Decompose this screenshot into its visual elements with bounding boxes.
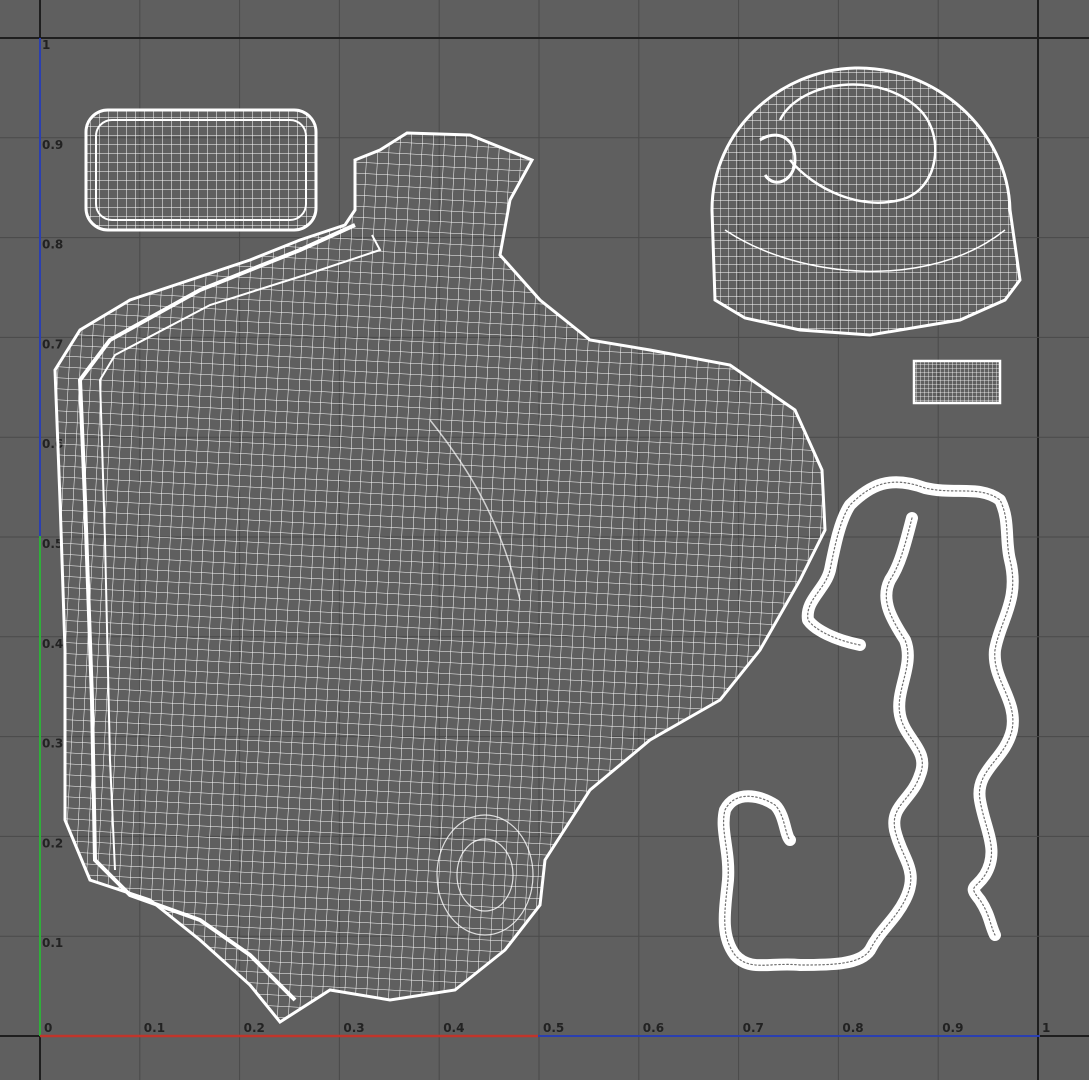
u-tick-label: 0.6 — [643, 1021, 664, 1035]
v-tick-label: 0.8 — [42, 238, 63, 252]
u-tick-label: 0.1 — [144, 1021, 165, 1035]
body-uv-shell[interactable] — [53, 131, 827, 1024]
v-tick-label: 0.1 — [42, 936, 63, 950]
u-tick-label: 0.5 — [543, 1021, 564, 1035]
u-tick-label: 0 — [44, 1021, 52, 1035]
v-tick-label: 1 — [42, 38, 50, 52]
uv-editor-viewport[interactable]: 0 0.1 0.2 0.3 0.4 0.5 0.6 0.7 0.8 0.9 1 0.1 0.2 0.3 0.… — [0, 0, 1089, 1080]
v-tick-label: 0.3 — [42, 737, 63, 751]
u-tick-label: 0.2 — [244, 1021, 265, 1035]
v-tick-label: 0.2 — [42, 836, 63, 850]
u-tick-label: 0.8 — [842, 1021, 863, 1035]
rounded-rect-uv-shell[interactable] — [84, 108, 318, 232]
strip-uv-shell[interactable] — [912, 359, 1002, 405]
u-tick-label: 0.9 — [942, 1021, 963, 1035]
v-tick-label: 0.4 — [42, 637, 63, 651]
uv-canvas[interactable]: 0 0.1 0.2 0.3 0.4 0.5 0.6 0.7 0.8 0.9 1 0.1 0.2 0.3 0.… — [0, 0, 1089, 1080]
u-tick-label: 0.3 — [343, 1021, 364, 1035]
v-tick-label: 0.9 — [42, 138, 63, 152]
u-tick-label: 0.7 — [743, 1021, 764, 1035]
v-tick-label: 0.7 — [42, 337, 63, 351]
u-tick-label: 1 — [1042, 1021, 1050, 1035]
dome-uv-shell[interactable] — [710, 66, 1022, 337]
u-tick-label: 0.4 — [443, 1021, 464, 1035]
